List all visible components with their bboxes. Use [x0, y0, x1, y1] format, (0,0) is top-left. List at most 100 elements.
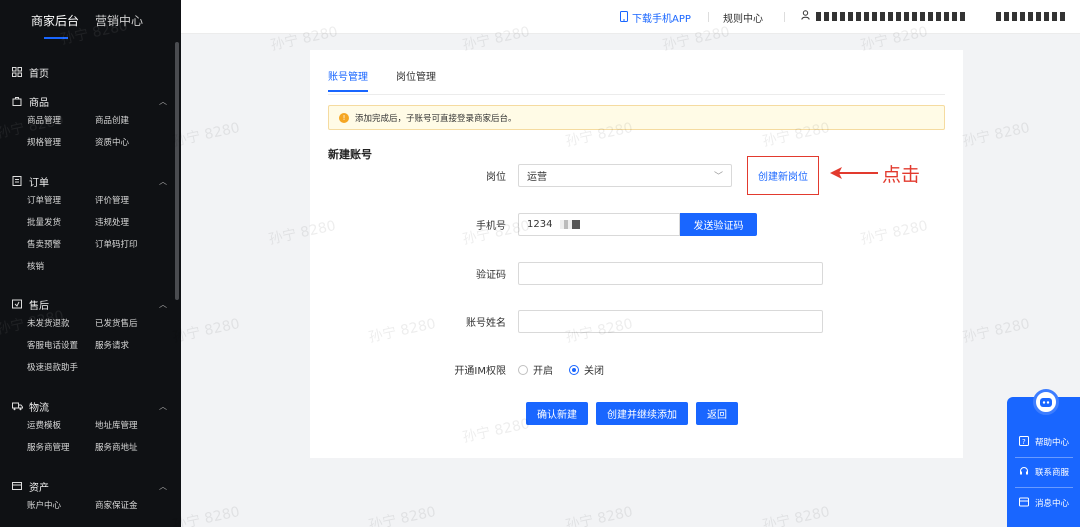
annotation-text: 点击 [882, 164, 921, 186]
tab-marketing-center[interactable]: 营销中心 [95, 12, 143, 29]
sidebar-item-verify[interactable]: 核销 [27, 259, 95, 275]
code-label: 验证码 [476, 270, 506, 281]
divider [784, 12, 785, 22]
sidebar-item-spec-manage[interactable]: 规格管理 [27, 135, 95, 151]
asset-icon [11, 480, 23, 492]
create-continue-button[interactable]: 创建并继续添加 [596, 402, 688, 425]
name-input[interactable] [518, 310, 823, 333]
sidebar-section-orders: 订单 ︿ 订单管理 评价管理 批量发货 违规处理 售卖预警 订单码打印 核销 [11, 171, 171, 275]
phone-row: 手机号 1234 发送验证码 [310, 213, 757, 236]
user-menu[interactable] [801, 10, 1068, 23]
message-center-item[interactable]: 消息中心 [1007, 489, 1080, 517]
sidebar-section-title: 资产 [29, 482, 49, 494]
sidebar-item-batch-ship[interactable]: 批量发货 [27, 215, 95, 231]
watermark: 孙宁 8280 [564, 504, 635, 527]
robot-icon[interactable] [1033, 389, 1059, 415]
confirm-create-button[interactable]: 确认新建 [526, 402, 588, 425]
sidebar-item-violation[interactable]: 违规处理 [95, 215, 165, 231]
sidebar-item-freight-template[interactable]: 运费模板 [27, 418, 95, 434]
help-center-item[interactable]: ? 帮助中心 [1007, 428, 1080, 456]
sidebar-item-provider-manage[interactable]: 服务商管理 [27, 440, 95, 456]
position-select[interactable]: 运营 ﹀ [518, 164, 732, 187]
sidebar-item-service-phone[interactable]: 客服电话设置 [27, 338, 95, 354]
sidebar-item-fast-refund[interactable]: 极速退款助手 [27, 360, 95, 376]
sidebar-item-account-center[interactable]: 账户中心 [27, 498, 95, 514]
sidebar-item-address-lib[interactable]: 地址库管理 [95, 418, 165, 434]
float-item-label: 帮助中心 [1035, 438, 1070, 448]
name-row: 账号姓名 [310, 310, 823, 333]
chevron-up-icon: ︿ [159, 401, 167, 411]
create-position-link[interactable]: 创建新岗位 [747, 156, 819, 195]
download-app-link[interactable]: 下载手机APP [620, 10, 691, 25]
sidebar-item-deposit[interactable]: 商家保证金 [95, 498, 165, 514]
watermark: 孙宁 8280 [171, 504, 242, 527]
phone-value: 1234 [527, 219, 553, 230]
position-selected-value: 运营 [527, 172, 547, 183]
chevron-down-icon: ﹀ [713, 172, 723, 182]
rules-center-link[interactable]: 规则中心 [723, 10, 763, 25]
sidebar-item-home[interactable]: 首页 [11, 62, 171, 82]
sidebar-item-order-manage[interactable]: 订单管理 [27, 193, 95, 209]
sidebar-item-provider-address[interactable]: 服务商地址 [95, 440, 165, 456]
sidebar-item-review-manage[interactable]: 评价管理 [95, 193, 165, 209]
radio-circle [518, 364, 528, 375]
im-radio-on[interactable]: 开启 [518, 362, 553, 377]
sidebar-item-aftersale-shipped[interactable]: 已发货售后 [95, 316, 165, 332]
sidebar-section-header[interactable]: 商品 ︿ [11, 91, 171, 111]
phone-input[interactable]: 1234 [518, 213, 680, 236]
user-icon [801, 10, 810, 23]
watermark: 孙宁 8280 [961, 316, 1032, 346]
svg-text:?: ? [1022, 438, 1026, 446]
divider [1015, 487, 1073, 488]
watermark: 孙宁 8280 [171, 316, 242, 346]
float-item-label: 联系商服 [1035, 468, 1070, 478]
grid-icon [11, 66, 23, 78]
sidebar-item-sale-alert[interactable]: 售卖预警 [27, 237, 95, 253]
position-label: 岗位 [486, 172, 506, 183]
sidebar-section-header[interactable]: 订单 ︿ [11, 171, 171, 191]
sidebar-item-service-request[interactable]: 服务请求 [95, 338, 165, 354]
sidebar-item-label: 首页 [29, 68, 49, 80]
sidebar-section-header[interactable]: 资产 ︿ [11, 476, 171, 496]
watermark: 孙宁 8280 [367, 504, 438, 527]
divider [708, 12, 709, 22]
send-code-button[interactable]: 发送验证码 [680, 213, 757, 236]
chevron-up-icon: ︿ [159, 176, 167, 186]
sidebar-item-refund-unshipped[interactable]: 未发货退款 [27, 316, 95, 332]
sidebar-section-header[interactable]: 物流 ︿ [11, 396, 171, 416]
sidebar-item-product-manage[interactable]: 商品管理 [27, 113, 95, 129]
im-radio-off[interactable]: 关闭 [569, 362, 604, 377]
tab-merchant-backend[interactable]: 商家后台 [31, 12, 79, 29]
name-label: 账号姓名 [466, 318, 506, 329]
tab-account-manage[interactable]: 账号管理 [328, 68, 368, 92]
phone-label: 手机号 [476, 221, 506, 232]
sidebar-item-order-print[interactable]: 订单码打印 [95, 237, 165, 253]
position-row: 岗位 运营 ﹀ [310, 164, 732, 187]
truck-icon [11, 400, 23, 412]
chevron-up-icon: ︿ [159, 299, 167, 309]
code-input[interactable] [518, 262, 823, 285]
main-card: 账号管理 岗位管理 ! 添加完成后，子账号可直接登录商家后台。 新建账号 岗位 … [310, 50, 963, 458]
action-buttons: 确认新建 创建并继续添加 返回 [526, 402, 738, 425]
tab-bar: 账号管理 岗位管理 [328, 68, 436, 92]
sidebar-scrollbar[interactable] [175, 42, 179, 300]
watermark: 孙宁 8280 [961, 120, 1032, 150]
phone-icon [620, 10, 628, 25]
sidebar-item-product-create[interactable]: 商品创建 [95, 113, 165, 129]
back-button[interactable]: 返回 [696, 402, 738, 425]
sidebar-section-title: 物流 [29, 402, 49, 414]
im-label: 开通IM权限 [454, 366, 506, 377]
radio-label: 关闭 [584, 366, 604, 377]
tab-position-manage[interactable]: 岗位管理 [396, 68, 436, 92]
annotation-arrow [830, 160, 880, 186]
notice-text: 添加完成后，子账号可直接登录商家后台。 [355, 113, 517, 124]
code-row: 验证码 [310, 262, 823, 285]
masked-phone-digits [560, 220, 581, 229]
section-title: 新建账号 [328, 148, 372, 161]
contact-service-item[interactable]: 联系商服 [1007, 458, 1080, 486]
sidebar-section-title: 售后 [29, 300, 49, 312]
masked-shop-name [816, 12, 968, 21]
sidebar-item-qualification[interactable]: 资质中心 [95, 135, 165, 151]
sidebar-section-header[interactable]: 售后 ︿ [11, 294, 171, 314]
sidebar: 商家后台 营销中心 首页 商品 ︿ 商品管理 商品创建 规格管理 资质中心 订单 [0, 0, 181, 527]
